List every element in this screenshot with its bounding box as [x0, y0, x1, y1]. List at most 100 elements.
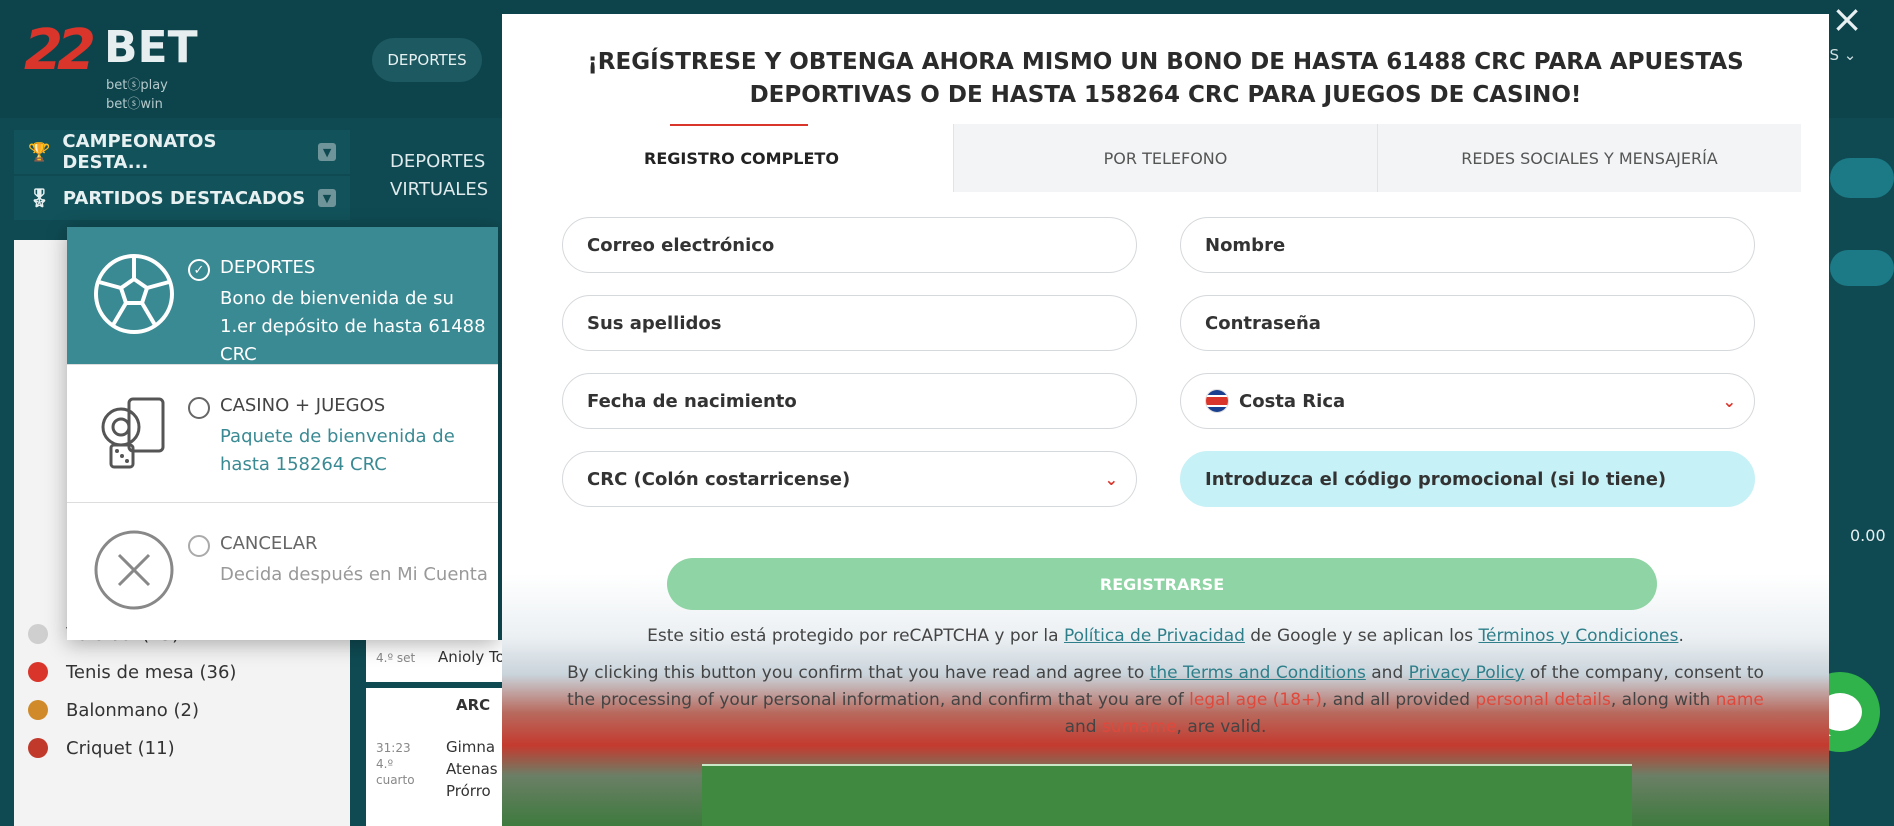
currency-value: CRC (Colón costarricense): [587, 468, 851, 490]
close-icon[interactable]: ×: [1830, 0, 1864, 38]
match-period: 4.º: [376, 757, 394, 771]
legal-text: , along with: [1610, 690, 1716, 710]
costa-rica-flag-icon: [1205, 389, 1229, 413]
radio-checked-icon[interactable]: ✓: [188, 259, 210, 281]
sport-label: Balonmano (2): [66, 699, 200, 721]
match-team: Gimna: [446, 738, 496, 756]
dropdown-featured-matches[interactable]: 🎖 PARTIDOS DESTACADOS ▼: [14, 176, 350, 220]
legal-text: , and all provided: [1321, 690, 1476, 710]
currency-select[interactable]: CRC (Colón costarricense) ⌄: [562, 451, 1137, 507]
tab-social[interactable]: REDES SOCIALES Y MENSAJERÍA: [1377, 124, 1801, 192]
tab-full-registration[interactable]: REGISTRO COMPLETO: [530, 124, 953, 192]
personal-details-text: personal details: [1475, 690, 1611, 710]
promo-code-field[interactable]: Introduzca el código promocional (si lo …: [1180, 451, 1755, 507]
virtual-label-2: VIRTUALES: [390, 179, 489, 200]
casino-chips-icon: [101, 397, 165, 469]
legal-text: By clicking this button you confirm that…: [567, 663, 1150, 683]
registration-tabs: REGISTRO COMPLETO POR TELEFONO REDES SOC…: [530, 124, 1801, 192]
birthdate-field[interactable]: Fecha de nacimiento: [562, 373, 1137, 429]
virtual-sports-link[interactable]: DEPORTES VIRTUALES: [390, 148, 488, 204]
sport-item-table-tennis[interactable]: Tenis de mesa (36): [28, 652, 236, 692]
country-value: Costa Rica: [1239, 390, 1346, 412]
table-tennis-icon: [28, 662, 48, 682]
register-button[interactable]: REGISTRARSE: [667, 558, 1657, 610]
handball-icon: [28, 700, 48, 720]
bonus-selector: ✓ DEPORTES Bono de bienvenida de su 1.er…: [67, 227, 498, 640]
terms-link[interactable]: the Terms and Conditions: [1150, 663, 1366, 683]
logo-text: BET: [104, 22, 198, 73]
legal-text: .: [1678, 626, 1684, 646]
chevron-down-icon: ⌄: [1722, 391, 1736, 411]
sport-label: Tenis de mesa (36): [66, 661, 237, 683]
sport-label: Criquet (11): [66, 737, 175, 759]
logo[interactable]: 22 BET betⓢplay betⓢwin: [24, 18, 224, 112]
balance-value: 0.00: [1850, 526, 1886, 545]
logo-number: 22: [24, 18, 96, 83]
bonus-title: CASINO + JUEGOS: [220, 395, 386, 416]
surname-field[interactable]: Sus apellidos: [562, 295, 1137, 351]
bonus-option-sports[interactable]: ✓ DEPORTES Bono de bienvenida de su 1.er…: [67, 227, 498, 365]
bonus-option-cancel[interactable]: CANCELAR Decida después en Mi Cuenta: [67, 503, 498, 641]
legal-age-text: legal age (18+): [1189, 690, 1322, 710]
email-placeholder: Correo electrónico: [587, 234, 775, 256]
match-card[interactable]: ARC 31:23 4.º cuarto Gimna Atenas Prórro: [366, 688, 516, 826]
bonus-desc: Decida después en Mi Cuenta: [220, 564, 488, 585]
match-time: 31:23: [376, 741, 411, 755]
google-privacy-link[interactable]: Política de Privacidad: [1064, 626, 1245, 646]
cricket-icon: [28, 738, 48, 758]
name-text: name: [1715, 690, 1764, 710]
nav-deportes[interactable]: DEPORTES: [372, 38, 482, 82]
email-field[interactable]: Correo electrónico: [562, 217, 1137, 273]
surname-placeholder: Sus apellidos: [587, 312, 722, 334]
legal-text: de Google y se aplican los: [1244, 626, 1479, 646]
volleyball-icon: [28, 624, 48, 644]
dropdown-label: CAMPEONATOS DESTA...: [62, 131, 217, 173]
action-button[interactable]: [1830, 250, 1894, 286]
chevron-down-icon: ▼: [318, 189, 336, 207]
bonus-title: DEPORTES: [220, 257, 316, 278]
logo-tagline: betⓢplay betⓢwin: [106, 78, 168, 112]
consent-notice: By clicking this button you confirm that…: [562, 660, 1769, 741]
recaptcha-notice: Este sitio está protegido por reCAPTCHA …: [532, 626, 1799, 646]
dropdown-featured-championships[interactable]: 🏆 CAMPEONATOS DESTA... ▼: [14, 130, 350, 174]
promo-placeholder: Introduzca el código promocional (si lo …: [1205, 468, 1667, 490]
legal-text: and: [1365, 663, 1409, 683]
dropdown-label: PARTIDOS DESTACADOS: [62, 187, 306, 209]
registration-modal: ¡REGÍSTRESE Y OBTENGA AHORA MISMO UN BON…: [502, 14, 1829, 826]
match-period: cuarto: [376, 773, 415, 787]
country-select[interactable]: Costa Rica ⌄: [1180, 373, 1755, 429]
surname-text: surname: [1102, 717, 1177, 737]
match-code: ARC: [456, 696, 491, 714]
match-card[interactable]: 4.º set Anioly To: [366, 640, 516, 682]
bonus-desc: Paquete de bienvenida de hasta 158264 CR…: [220, 426, 455, 475]
legal-text: , are valid.: [1176, 717, 1267, 737]
name-field[interactable]: Nombre: [1180, 217, 1755, 273]
chevron-down-icon: ▼: [318, 143, 336, 161]
name-placeholder: Nombre: [1205, 234, 1286, 256]
sport-item-cricket[interactable]: Criquet (11): [28, 728, 175, 768]
plus-button[interactable]: [1830, 158, 1894, 198]
medal-icon: 🎖: [28, 187, 51, 209]
sport-item-handball[interactable]: Balonmano (2): [28, 690, 199, 730]
privacy-link[interactable]: Privacy Policy: [1409, 663, 1525, 683]
legal-text: and: [1064, 717, 1102, 737]
password-field[interactable]: Contraseña: [1180, 295, 1755, 351]
radio-icon[interactable]: [188, 397, 210, 419]
match-team: Atenas: [446, 760, 498, 778]
bonus-option-casino[interactable]: CASINO + JUEGOS Paquete de bienvenida de…: [67, 365, 498, 503]
modal-title: ¡REGÍSTRESE Y OBTENGA AHORA MISMO UN BON…: [587, 49, 1744, 108]
match-team: Prórro: [446, 782, 491, 800]
virtual-label-1: DEPORTES: [390, 151, 486, 172]
google-terms-link[interactable]: Términos y Condiciones: [1478, 626, 1678, 646]
password-placeholder: Contraseña: [1205, 312, 1321, 334]
chevron-down-icon: ⌄: [1104, 469, 1118, 489]
bonus-desc: Bono de bienvenida de su 1.er depósito d…: [220, 288, 486, 365]
trophy-icon: 🏆: [28, 141, 51, 163]
legal-text: Este sitio está protegido por reCAPTCHA …: [647, 626, 1064, 646]
birthdate-placeholder: Fecha de nacimiento: [587, 390, 797, 412]
cancel-circle-icon: [94, 530, 174, 610]
match-time: 4.º set: [376, 651, 416, 665]
radio-icon[interactable]: [188, 535, 210, 557]
match-team: Anioly To: [438, 648, 505, 666]
tab-phone[interactable]: POR TELEFONO: [953, 124, 1377, 192]
